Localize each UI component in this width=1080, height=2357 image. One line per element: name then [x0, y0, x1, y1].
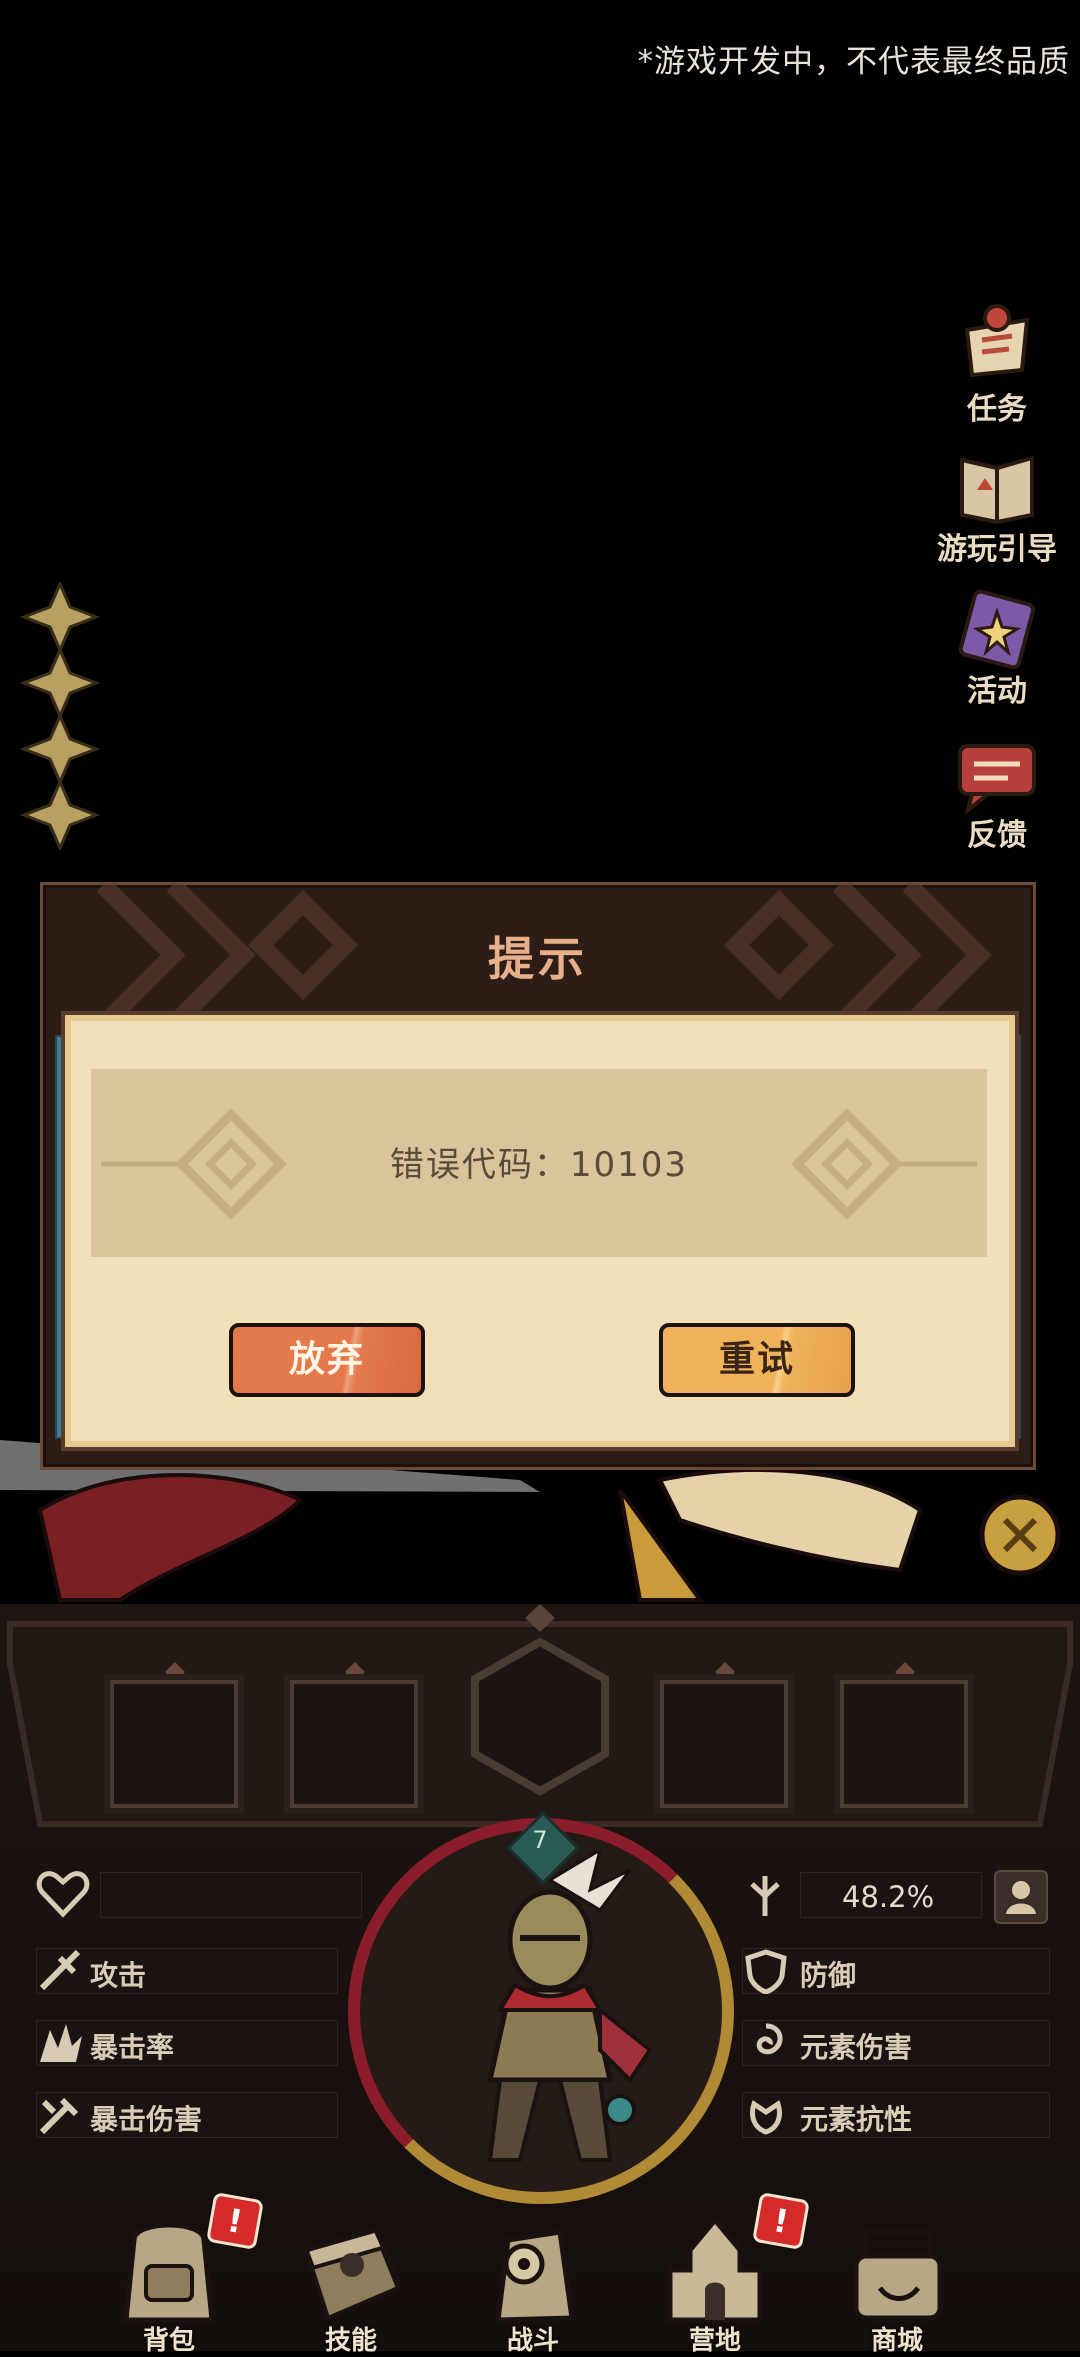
- skill-book-icon: [302, 2226, 402, 2321]
- stat-label-crit-rate: 暴击率: [90, 2031, 175, 2064]
- quest-icon: [964, 304, 1030, 378]
- side-menu-event[interactable]: 活动: [932, 582, 1062, 710]
- level-number: 7: [532, 1826, 548, 1854]
- error-dialog: 提示 错误代码：10103 放弃 重试: [40, 882, 1036, 1470]
- equipment-slot-4[interactable]: [660, 1680, 788, 1808]
- side-menu-label: 活动: [967, 674, 1027, 709]
- stat-label-attack: 攻击: [90, 1959, 147, 1992]
- battle-icon: [495, 2229, 575, 2323]
- feedback-icon: [958, 744, 1036, 816]
- stat-label-crit-damage: 暴击伤害: [90, 2103, 203, 2136]
- guide-book-icon: [960, 455, 1034, 525]
- star-rank-icon: [20, 780, 100, 850]
- tree-icon: [750, 1876, 780, 1916]
- stat-label-elemental-damage: 元素伤害: [800, 2031, 913, 2064]
- crit-sword-icon: [39, 2097, 79, 2135]
- nav-shop[interactable]: 商城: [822, 2210, 972, 2357]
- knight-character-portrait: [486, 1850, 653, 2162]
- dialog-body: 错误代码：10103 放弃 重试: [61, 1011, 1019, 1451]
- stat-label-elemental-resist: 元素抗性: [800, 2103, 913, 2136]
- star-rank-icon: [20, 582, 100, 652]
- nav-battle[interactable]: 战斗: [458, 2210, 608, 2357]
- heart-icon: [36, 1871, 90, 1918]
- crit-burst-icon: [40, 2024, 82, 2062]
- side-menu-feedback[interactable]: 反馈: [932, 726, 1062, 854]
- message-band: 错误代码：10103: [91, 1069, 987, 1257]
- hp-bar: [100, 1872, 362, 1918]
- alert-badge-camp: !: [752, 2192, 810, 2250]
- side-menu-guide[interactable]: 游玩引导: [932, 440, 1062, 568]
- shop-icon: [853, 2229, 943, 2321]
- give-up-button[interactable]: 放弃: [229, 1323, 425, 1397]
- equipment-slot-2[interactable]: [290, 1680, 418, 1808]
- error-message: 错误代码：10103: [389, 1145, 689, 1185]
- dev-disclaimer: *游戏开发中，不代表最终品质: [637, 44, 1070, 80]
- shield-icon: [745, 1949, 787, 1994]
- equipment-slot-5[interactable]: [840, 1680, 968, 1808]
- swirl-icon: [756, 2023, 783, 2055]
- person-icon: [1006, 1881, 1036, 1914]
- nav-skills[interactable]: 技能: [276, 2210, 426, 2357]
- growth-percent: 48.2%: [842, 1880, 935, 1914]
- side-menu-label: 任务: [967, 392, 1027, 427]
- resist-icon: [750, 2100, 782, 2135]
- sword-icon: [39, 1949, 81, 1991]
- dialog-header: 提示: [43, 885, 1033, 1015]
- side-menu-quest[interactable]: 任务: [932, 300, 1062, 428]
- retry-button[interactable]: 重试: [659, 1323, 855, 1397]
- dialog-title: 提示: [488, 932, 588, 986]
- star-rank-icon: [20, 714, 100, 784]
- alert-badge-backpack: !: [206, 2192, 264, 2250]
- side-menu-label: 游玩引导: [937, 532, 1057, 567]
- profile-button[interactable]: [994, 1870, 1048, 1924]
- star-rank-icon: [20, 648, 100, 718]
- side-menu-label: 反馈: [967, 818, 1027, 853]
- event-scroll-icon: [958, 589, 1035, 670]
- stat-label-defense: 防御: [800, 1959, 857, 1992]
- equipment-slot-1[interactable]: [110, 1680, 238, 1808]
